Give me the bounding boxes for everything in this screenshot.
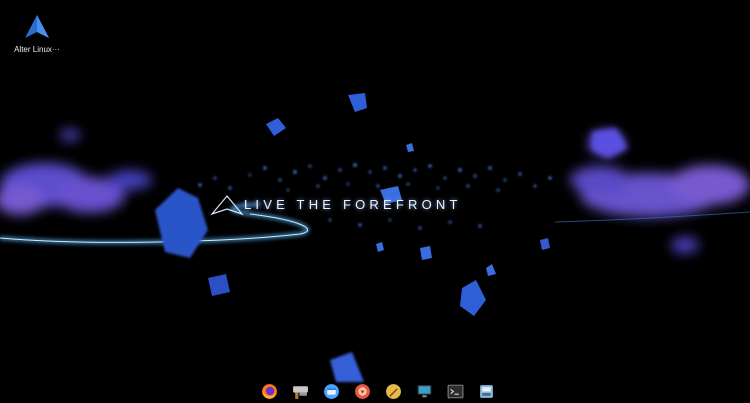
file-manager-icon <box>323 384 339 399</box>
dock-item-terminal[interactable] <box>442 381 468 403</box>
alter-linux-logo-icon <box>210 195 244 216</box>
text-editor-icon <box>292 386 308 399</box>
wallpaper-slogan: LIVE THE FOREFRONT <box>244 197 462 212</box>
dock-item-mousepad[interactable] <box>287 381 313 403</box>
firefox-icon <box>261 384 277 399</box>
settings-brush-icon <box>385 384 401 399</box>
desktop[interactable]: Alter Linux··· LIVE THE FOREFRONT <box>0 0 750 403</box>
dock-item-display-settings[interactable] <box>411 381 437 403</box>
dock-item-firefox[interactable] <box>256 381 282 403</box>
package-installer-icon <box>354 384 370 399</box>
dock-item-install-system[interactable] <box>473 381 499 403</box>
dock-item-settings[interactable] <box>380 381 406 403</box>
alter-linux-logo-icon <box>25 15 49 38</box>
desktop-icon-alter-linux[interactable]: Alter Linux··· <box>8 14 66 54</box>
floating-shards <box>155 93 628 382</box>
monitor-icon <box>417 385 431 398</box>
dock-item-software-installer[interactable] <box>349 381 375 403</box>
dock-item-file-manager[interactable] <box>318 381 344 403</box>
desktop-icon-label: Alter Linux··· <box>14 45 60 54</box>
dock <box>252 380 503 403</box>
installer-icon <box>479 385 493 398</box>
left-particle-cloud <box>0 129 152 215</box>
terminal-icon <box>447 384 463 399</box>
